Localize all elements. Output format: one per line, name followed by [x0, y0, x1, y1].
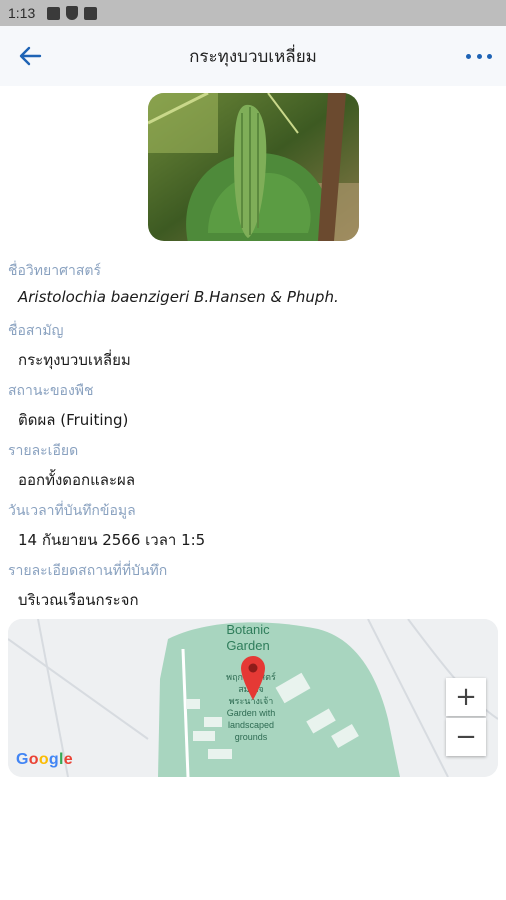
- location-map[interactable]: Botanic Garden พฤกษศาสตร์ สมเด็จ พระนางเ…: [8, 619, 498, 777]
- image-notification-icon: [47, 6, 61, 20]
- map-place-title: Botanic Garden: [208, 622, 288, 654]
- google-logo: Google: [16, 751, 73, 768]
- back-button[interactable]: [14, 42, 46, 70]
- status-time: 1:13: [8, 5, 36, 21]
- zoom-in-button[interactable]: +: [446, 678, 486, 716]
- recorded-datetime-value: 14 กันยายน 2566 เวลา 1:5: [18, 531, 206, 549]
- scientific-name-value: Aristolochia baenzigeri B.Hansen & Phuph…: [18, 288, 339, 306]
- shield-icon: [66, 6, 79, 20]
- more-options-button[interactable]: [466, 44, 492, 68]
- status-bar: 1:13: [0, 0, 506, 26]
- map-caption-line: landscaped: [227, 720, 275, 730]
- common-name-value: กระทุงบวบเหลี่ยม: [18, 351, 131, 369]
- card-notification-icon: [84, 6, 98, 20]
- zoom-out-button[interactable]: −: [446, 718, 486, 756]
- map-caption-line: grounds: [234, 732, 268, 742]
- more-dot-icon: [466, 53, 471, 59]
- more-dot-icon: [487, 53, 492, 59]
- map-marker-icon[interactable]: [240, 655, 266, 701]
- plant-status-label: สถานะของพืช: [8, 383, 94, 399]
- details-value: ออกทั้งดอกและผล: [18, 471, 136, 489]
- app-bar: กระทุงบวบเหลี่ยม: [0, 26, 506, 86]
- map-place-title-line: Garden: [226, 638, 270, 653]
- common-name-label: ชื่อสามัญ: [8, 323, 64, 339]
- map-place-title-line: Botanic: [226, 622, 270, 637]
- arrow-left-icon: [19, 46, 42, 66]
- location-details-label: รายละเอียดสถานที่ที่บันทึก: [8, 563, 168, 579]
- more-dot-icon: [476, 53, 482, 59]
- location-details-value: บริเวณเรือนกระจก: [18, 591, 139, 609]
- details-label: รายละเอียด: [8, 443, 79, 459]
- scientific-name-label: ชื่อวิทยาศาสตร์: [8, 263, 101, 279]
- map-caption-line: Garden with: [226, 708, 276, 718]
- page-title: กระทุงบวบเหลี่ยม: [189, 46, 317, 67]
- recorded-datetime-label: วันเวลาที่บันทึกข้อมูล: [8, 503, 136, 519]
- plant-photo[interactable]: [148, 93, 359, 241]
- plant-image: [148, 93, 359, 241]
- plant-status-value: ติดผล (Fruiting): [18, 411, 129, 429]
